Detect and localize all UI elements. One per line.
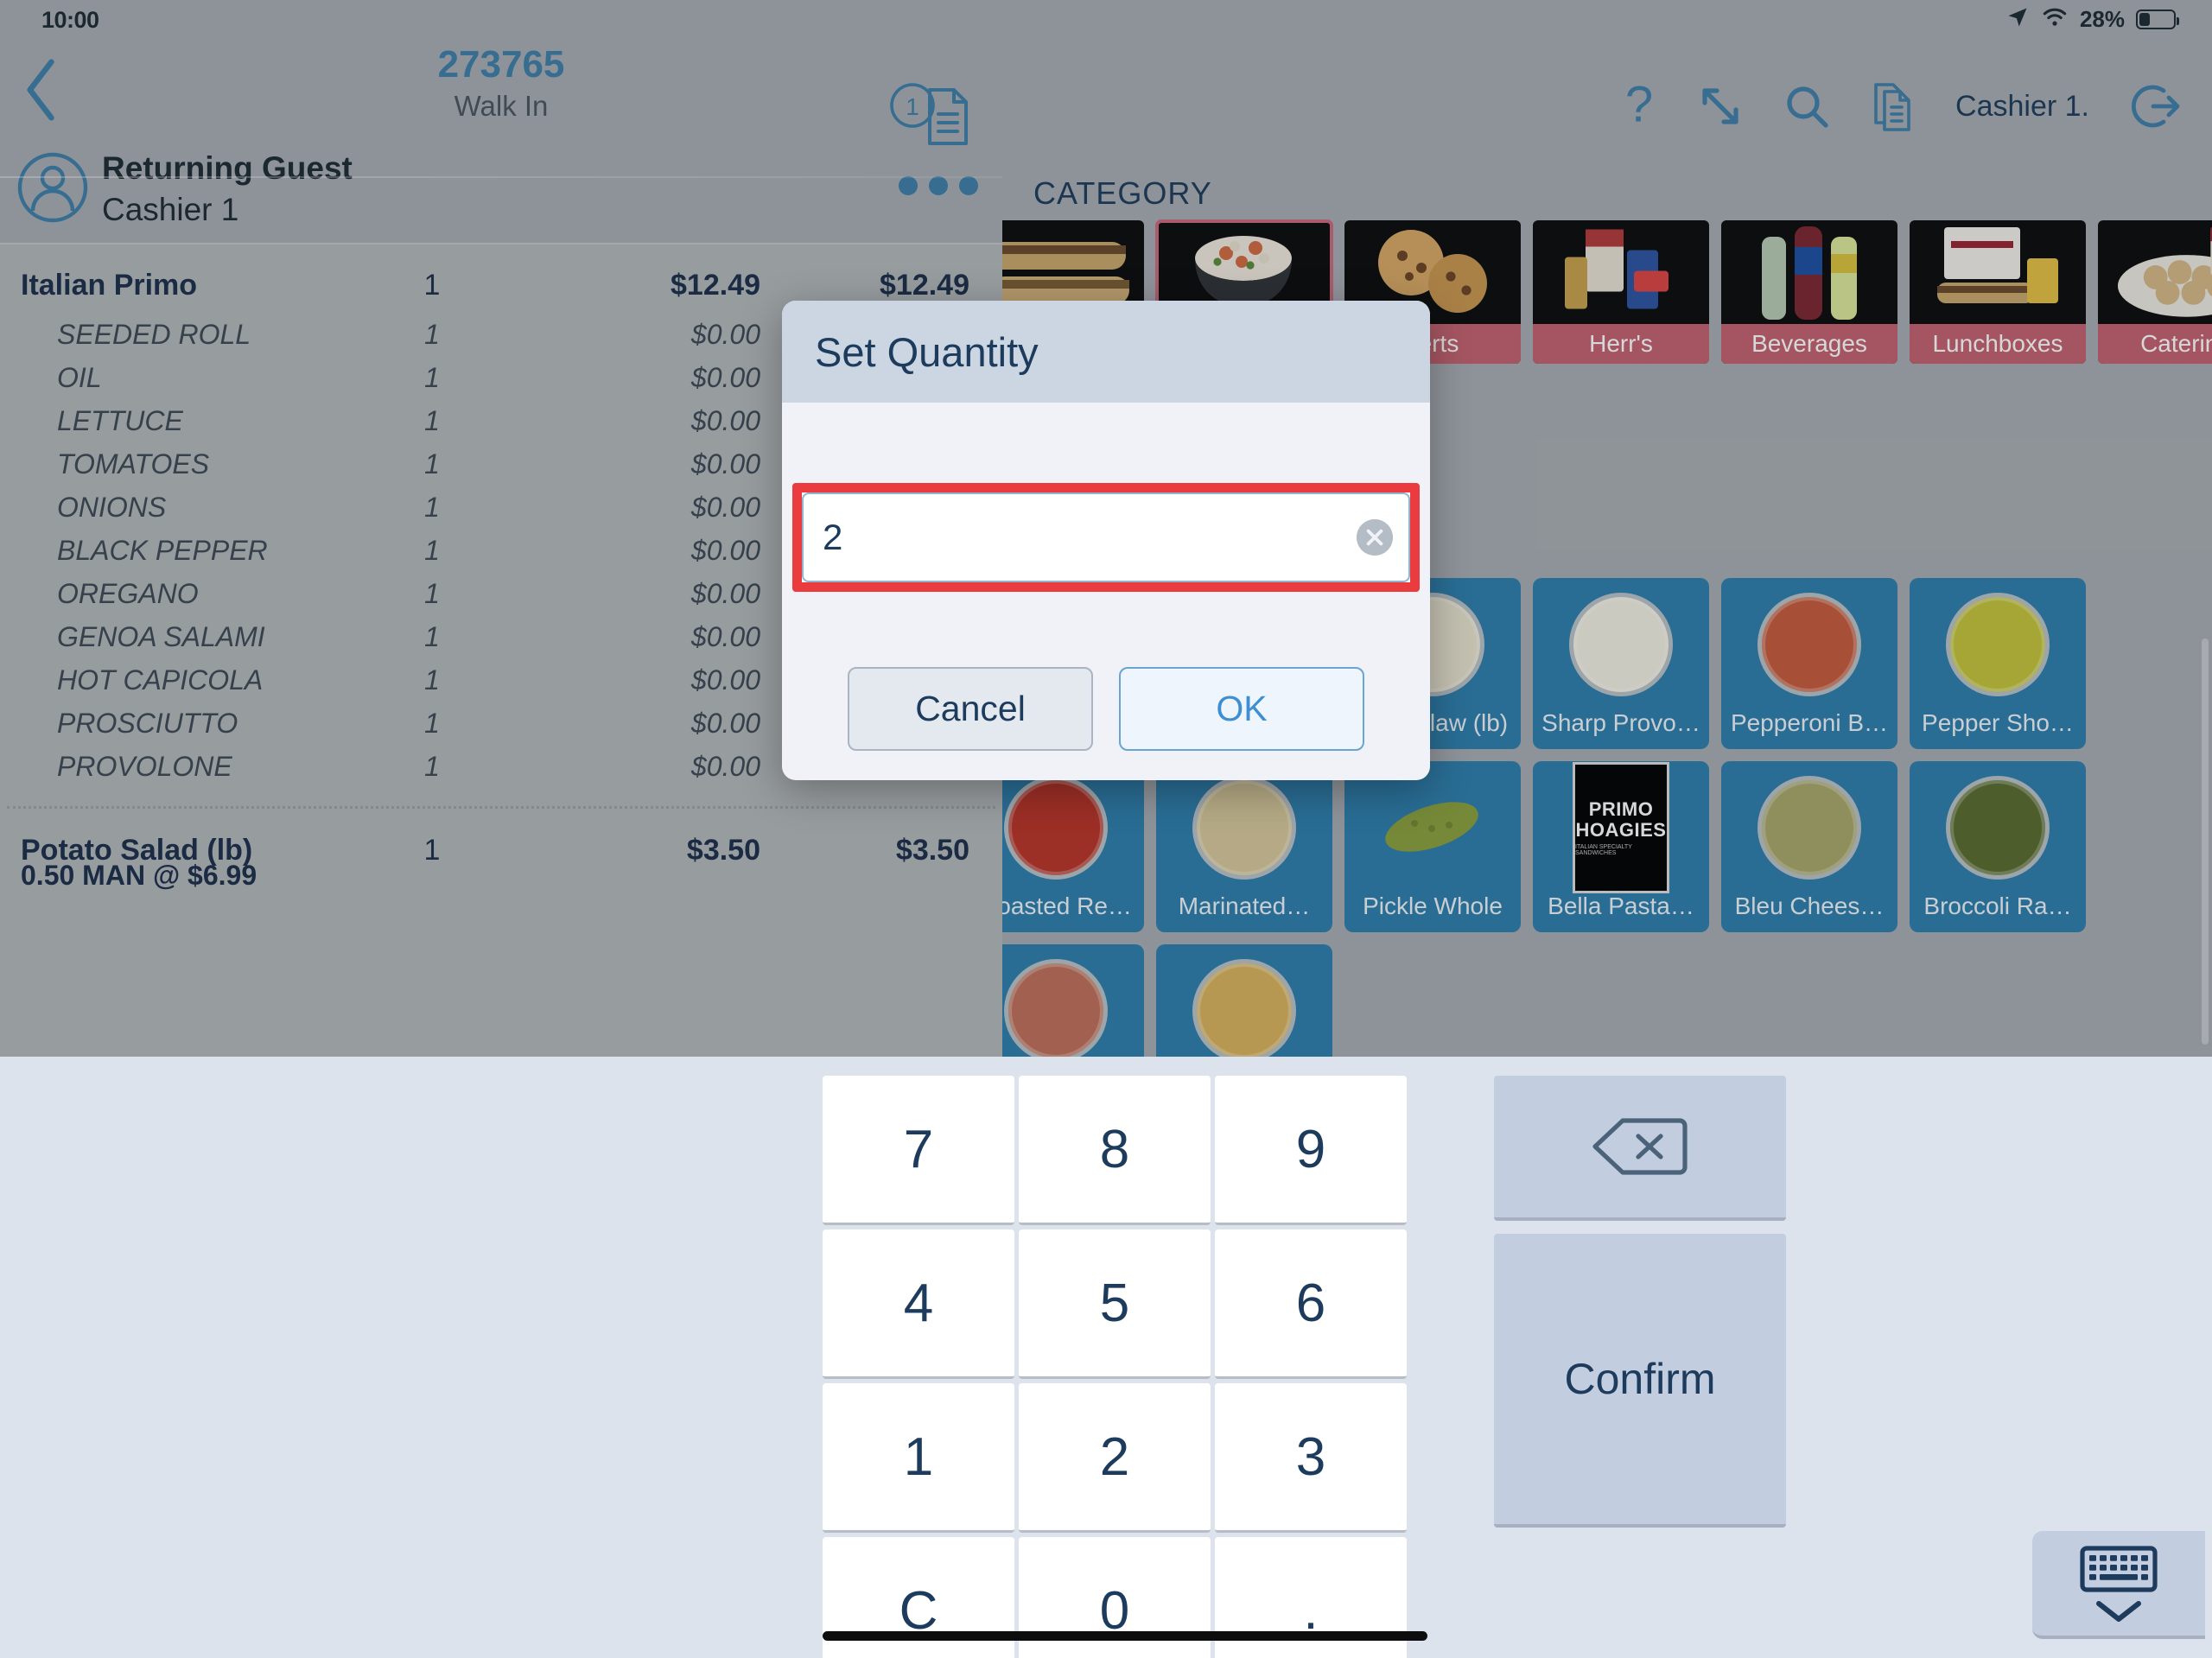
numeric-keypad-panel: 789456123C0. Confirm bbox=[0, 1057, 2212, 1658]
keypad-key-2[interactable]: 2 bbox=[1019, 1383, 1211, 1533]
quantity-input-highlight bbox=[792, 483, 1420, 592]
dialog-title: Set Quantity bbox=[815, 328, 1039, 375]
quantity-input[interactable] bbox=[823, 494, 1339, 581]
keypad-key-9[interactable]: 9 bbox=[1215, 1076, 1407, 1225]
backspace-icon[interactable] bbox=[1494, 1076, 1786, 1221]
home-indicator bbox=[823, 1631, 1427, 1641]
clear-circle-icon[interactable] bbox=[1357, 519, 1393, 556]
ok-button[interactable]: OK bbox=[1119, 667, 1364, 751]
keypad-key-6[interactable]: 6 bbox=[1215, 1229, 1407, 1379]
keypad-key-8[interactable]: 8 bbox=[1019, 1076, 1211, 1225]
keypad-key-4[interactable]: 4 bbox=[823, 1229, 1014, 1379]
set-quantity-dialog: Set Quantity Cancel OK bbox=[782, 301, 1430, 780]
numeric-keypad[interactable]: 789456123C0. bbox=[823, 1076, 1407, 1658]
dialog-header: Set Quantity bbox=[782, 301, 1430, 403]
keypad-key-7[interactable]: 7 bbox=[823, 1076, 1014, 1225]
keypad-key-1[interactable]: 1 bbox=[823, 1383, 1014, 1533]
dialog-actions: Cancel OK bbox=[782, 667, 1430, 751]
quantity-input-field[interactable] bbox=[802, 492, 1410, 582]
hide-keyboard-icon[interactable] bbox=[2032, 1531, 2205, 1639]
keypad-key-3[interactable]: 3 bbox=[1215, 1383, 1407, 1533]
confirm-button[interactable]: Confirm bbox=[1494, 1234, 1786, 1528]
keypad-key-5[interactable]: 5 bbox=[1019, 1229, 1211, 1379]
cancel-button[interactable]: Cancel bbox=[848, 667, 1093, 751]
